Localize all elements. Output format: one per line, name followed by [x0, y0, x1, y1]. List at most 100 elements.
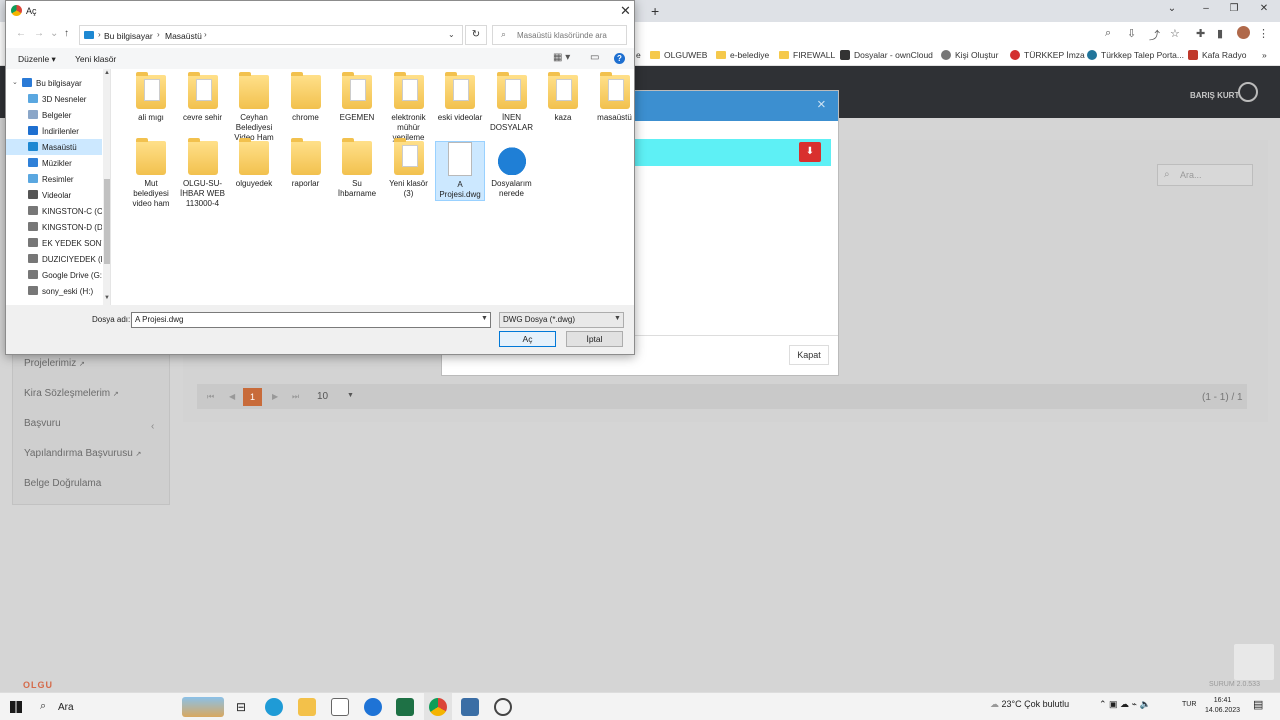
scroll-up-icon[interactable]: ▲	[104, 70, 110, 76]
language-indicator[interactable]: TUR	[1182, 701, 1196, 708]
page-size-select[interactable]: 10	[317, 391, 328, 402]
task-view-icon[interactable]: ⊟	[232, 698, 250, 716]
bookmark-item[interactable]: e	[636, 50, 641, 60]
sidebar-item-basvuru[interactable]: Başvuru	[24, 418, 61, 429]
window-close-button[interactable]: ✕	[1250, 3, 1278, 14]
user-avatar-icon[interactable]	[1238, 82, 1258, 102]
restore-button[interactable]: ❐	[1220, 3, 1248, 14]
breadcrumb-separator[interactable]: ›	[204, 30, 207, 39]
nav-item[interactable]: EK YEDEK SONY	[6, 235, 102, 251]
nav-item[interactable]: sony_eski (H:)	[6, 283, 102, 299]
store-icon[interactable]	[331, 698, 349, 716]
bookmark-item[interactable]: e-belediye	[716, 50, 769, 60]
folder-item[interactable]: EGEMEN	[332, 72, 382, 123]
bookmark-item[interactable]: Kafa Radyo	[1188, 50, 1246, 60]
page-number[interactable]: 1	[243, 388, 262, 406]
close-icon[interactable]: ×	[817, 96, 826, 113]
chevron-down-icon[interactable]: ⌄	[448, 30, 455, 39]
file-item[interactable]: A Projesi.dwg	[435, 141, 485, 201]
weather-widget[interactable]: ☁ 23°C Çok bulutlu	[990, 699, 1069, 710]
nav-item[interactable]: Resimler	[6, 171, 102, 187]
breadcrumb-separator[interactable]: ›	[98, 30, 101, 39]
bookmark-item[interactable]: Dosyalar - ownCloud	[840, 50, 933, 60]
clock[interactable]: 16:41 14.06.2023	[1205, 696, 1240, 716]
download-icon[interactable]: ⬇	[799, 142, 821, 162]
windows-start-icon[interactable]	[10, 701, 22, 713]
side-panel-icon[interactable]: ▮	[1217, 27, 1223, 40]
shortcut-item[interactable]: Dosyalarım nerede	[487, 141, 537, 199]
recaptcha-badge[interactable]	[1234, 644, 1274, 680]
sidebar-item-belge[interactable]: Belge Doğrulama	[24, 478, 101, 489]
folder-item[interactable]: OLGU-SU-İHBAR WEB 113000-4	[178, 138, 228, 209]
filename-input[interactable]: A Projesi.dwg	[131, 312, 491, 328]
tray-icons[interactable]: ⌃ ▣ ☁ ⌁ 🔈	[1099, 699, 1151, 710]
folder-item[interactable]: Su İhbarname	[332, 138, 382, 199]
bookmark-item[interactable]: OLGUWEB	[650, 50, 707, 60]
open-button[interactable]: Aç	[499, 331, 556, 347]
folder-item[interactable]: Mut belediyesi video ham	[126, 138, 176, 209]
view-options-icon[interactable]: ▦ ▾	[553, 52, 570, 63]
folder-item[interactable]: raporlar	[281, 138, 331, 189]
nav-item[interactable]: KINGSTON-D (D:	[6, 219, 102, 235]
extensions-icon[interactable]: ✚	[1196, 27, 1205, 40]
breadcrumb[interactable]: › Bu bilgisayar › Masaüstü › ⌄	[79, 25, 463, 45]
folder-item[interactable]: elektronik mühür yenileme	[384, 72, 434, 143]
nav-item[interactable]: Masaüstü	[6, 139, 102, 155]
share-icon[interactable]: ⤴	[1149, 27, 1160, 43]
folder-item[interactable]: Ceyhan Belediyesi Video Ham	[229, 72, 279, 143]
notifications-icon[interactable]: ▤	[1253, 698, 1263, 711]
nav-item[interactable]: Belgeler	[6, 107, 102, 123]
cancel-button[interactable]: İptal	[566, 331, 623, 347]
more-bookmarks-button[interactable]: »	[1262, 50, 1267, 60]
nav-item[interactable]: Videolar	[6, 187, 102, 203]
filetype-select[interactable]: DWG Dosya (*.dwg)	[499, 312, 624, 328]
bookmark-item[interactable]: TÜRKKEP İmza	[1010, 50, 1085, 60]
minimize-button[interactable]: –	[1192, 3, 1220, 14]
breadcrumb-separator[interactable]: ›	[157, 30, 160, 39]
folder-item[interactable]: masaüstü	[590, 72, 640, 123]
file-explorer-icon[interactable]	[298, 698, 316, 716]
sidebar-item-yapilandirma[interactable]: Yapılandırma Başvurusu ↗	[24, 448, 141, 459]
profile-avatar[interactable]	[1237, 26, 1250, 39]
bookmark-item[interactable]: FIREWALL	[779, 50, 835, 60]
folder-item[interactable]: chrome	[281, 72, 331, 123]
chevron-down-icon[interactable]: ⌄	[50, 28, 58, 39]
preview-pane-icon[interactable]: ▭	[590, 52, 599, 63]
nav-item[interactable]: ⌄ Bu bilgisayar	[6, 75, 102, 91]
help-icon[interactable]: ?	[614, 53, 625, 64]
folder-item[interactable]: kaza	[538, 72, 588, 123]
folder-item[interactable]: Yeni klasör (3)	[384, 138, 434, 199]
close-icon[interactable]: ✕	[620, 3, 631, 19]
bookmark-item[interactable]: Kişi Oluştur	[941, 50, 998, 60]
prev-page-button[interactable]: ◀	[229, 392, 235, 401]
new-tab-button[interactable]: +	[651, 3, 659, 19]
install-icon[interactable]: ⇩	[1127, 27, 1136, 40]
nav-item[interactable]: Google Drive (G:	[6, 267, 102, 283]
nav-item[interactable]: KINGSTON-C (C:	[6, 203, 102, 219]
folder-item[interactable]: ali mıgı	[126, 72, 176, 123]
search-input[interactable]: ⌕ Ara...	[1157, 164, 1253, 186]
new-folder-button[interactable]: Yeni klasör	[75, 54, 116, 64]
app-icon[interactable]	[364, 698, 382, 716]
breadcrumb-item[interactable]: Bu bilgisayar	[104, 31, 153, 41]
nav-item[interactable]: İndirilenler	[6, 123, 102, 139]
scroll-down-icon[interactable]: ▼	[104, 295, 110, 301]
nav-scrollbar[interactable]: ▲ ▼	[103, 69, 110, 305]
organize-button[interactable]: Düzenle ▾	[18, 54, 56, 65]
folder-item[interactable]: eski videolar	[435, 72, 485, 123]
search-icon[interactable]: ⌕	[1105, 27, 1111, 40]
close-button[interactable]: Kapat	[789, 345, 829, 365]
bookmark-star-icon[interactable]: ☆	[1170, 27, 1180, 40]
nav-item[interactable]: DUZICIYEDEK (F:	[6, 251, 102, 267]
chrome-icon[interactable]	[429, 698, 447, 716]
first-page-button[interactable]: ⏮	[207, 392, 214, 402]
folder-item[interactable]: cevre sehir	[178, 72, 228, 123]
chevron-down-icon[interactable]: ▼	[481, 315, 488, 322]
chevron-down-icon[interactable]: ▼	[614, 315, 621, 322]
folder-search-input[interactable]: ⌕ Masaüstü klasöründe ara	[492, 25, 627, 45]
folder-item[interactable]: olguyedek	[229, 138, 279, 189]
last-page-button[interactable]: ⏭	[292, 392, 299, 402]
up-arrow-icon[interactable]: ↑	[64, 28, 69, 39]
chevron-down-icon[interactable]: ⌄	[12, 78, 18, 86]
sidebar-item-kira[interactable]: Kira Sözleşmelerim ↗	[24, 388, 119, 399]
